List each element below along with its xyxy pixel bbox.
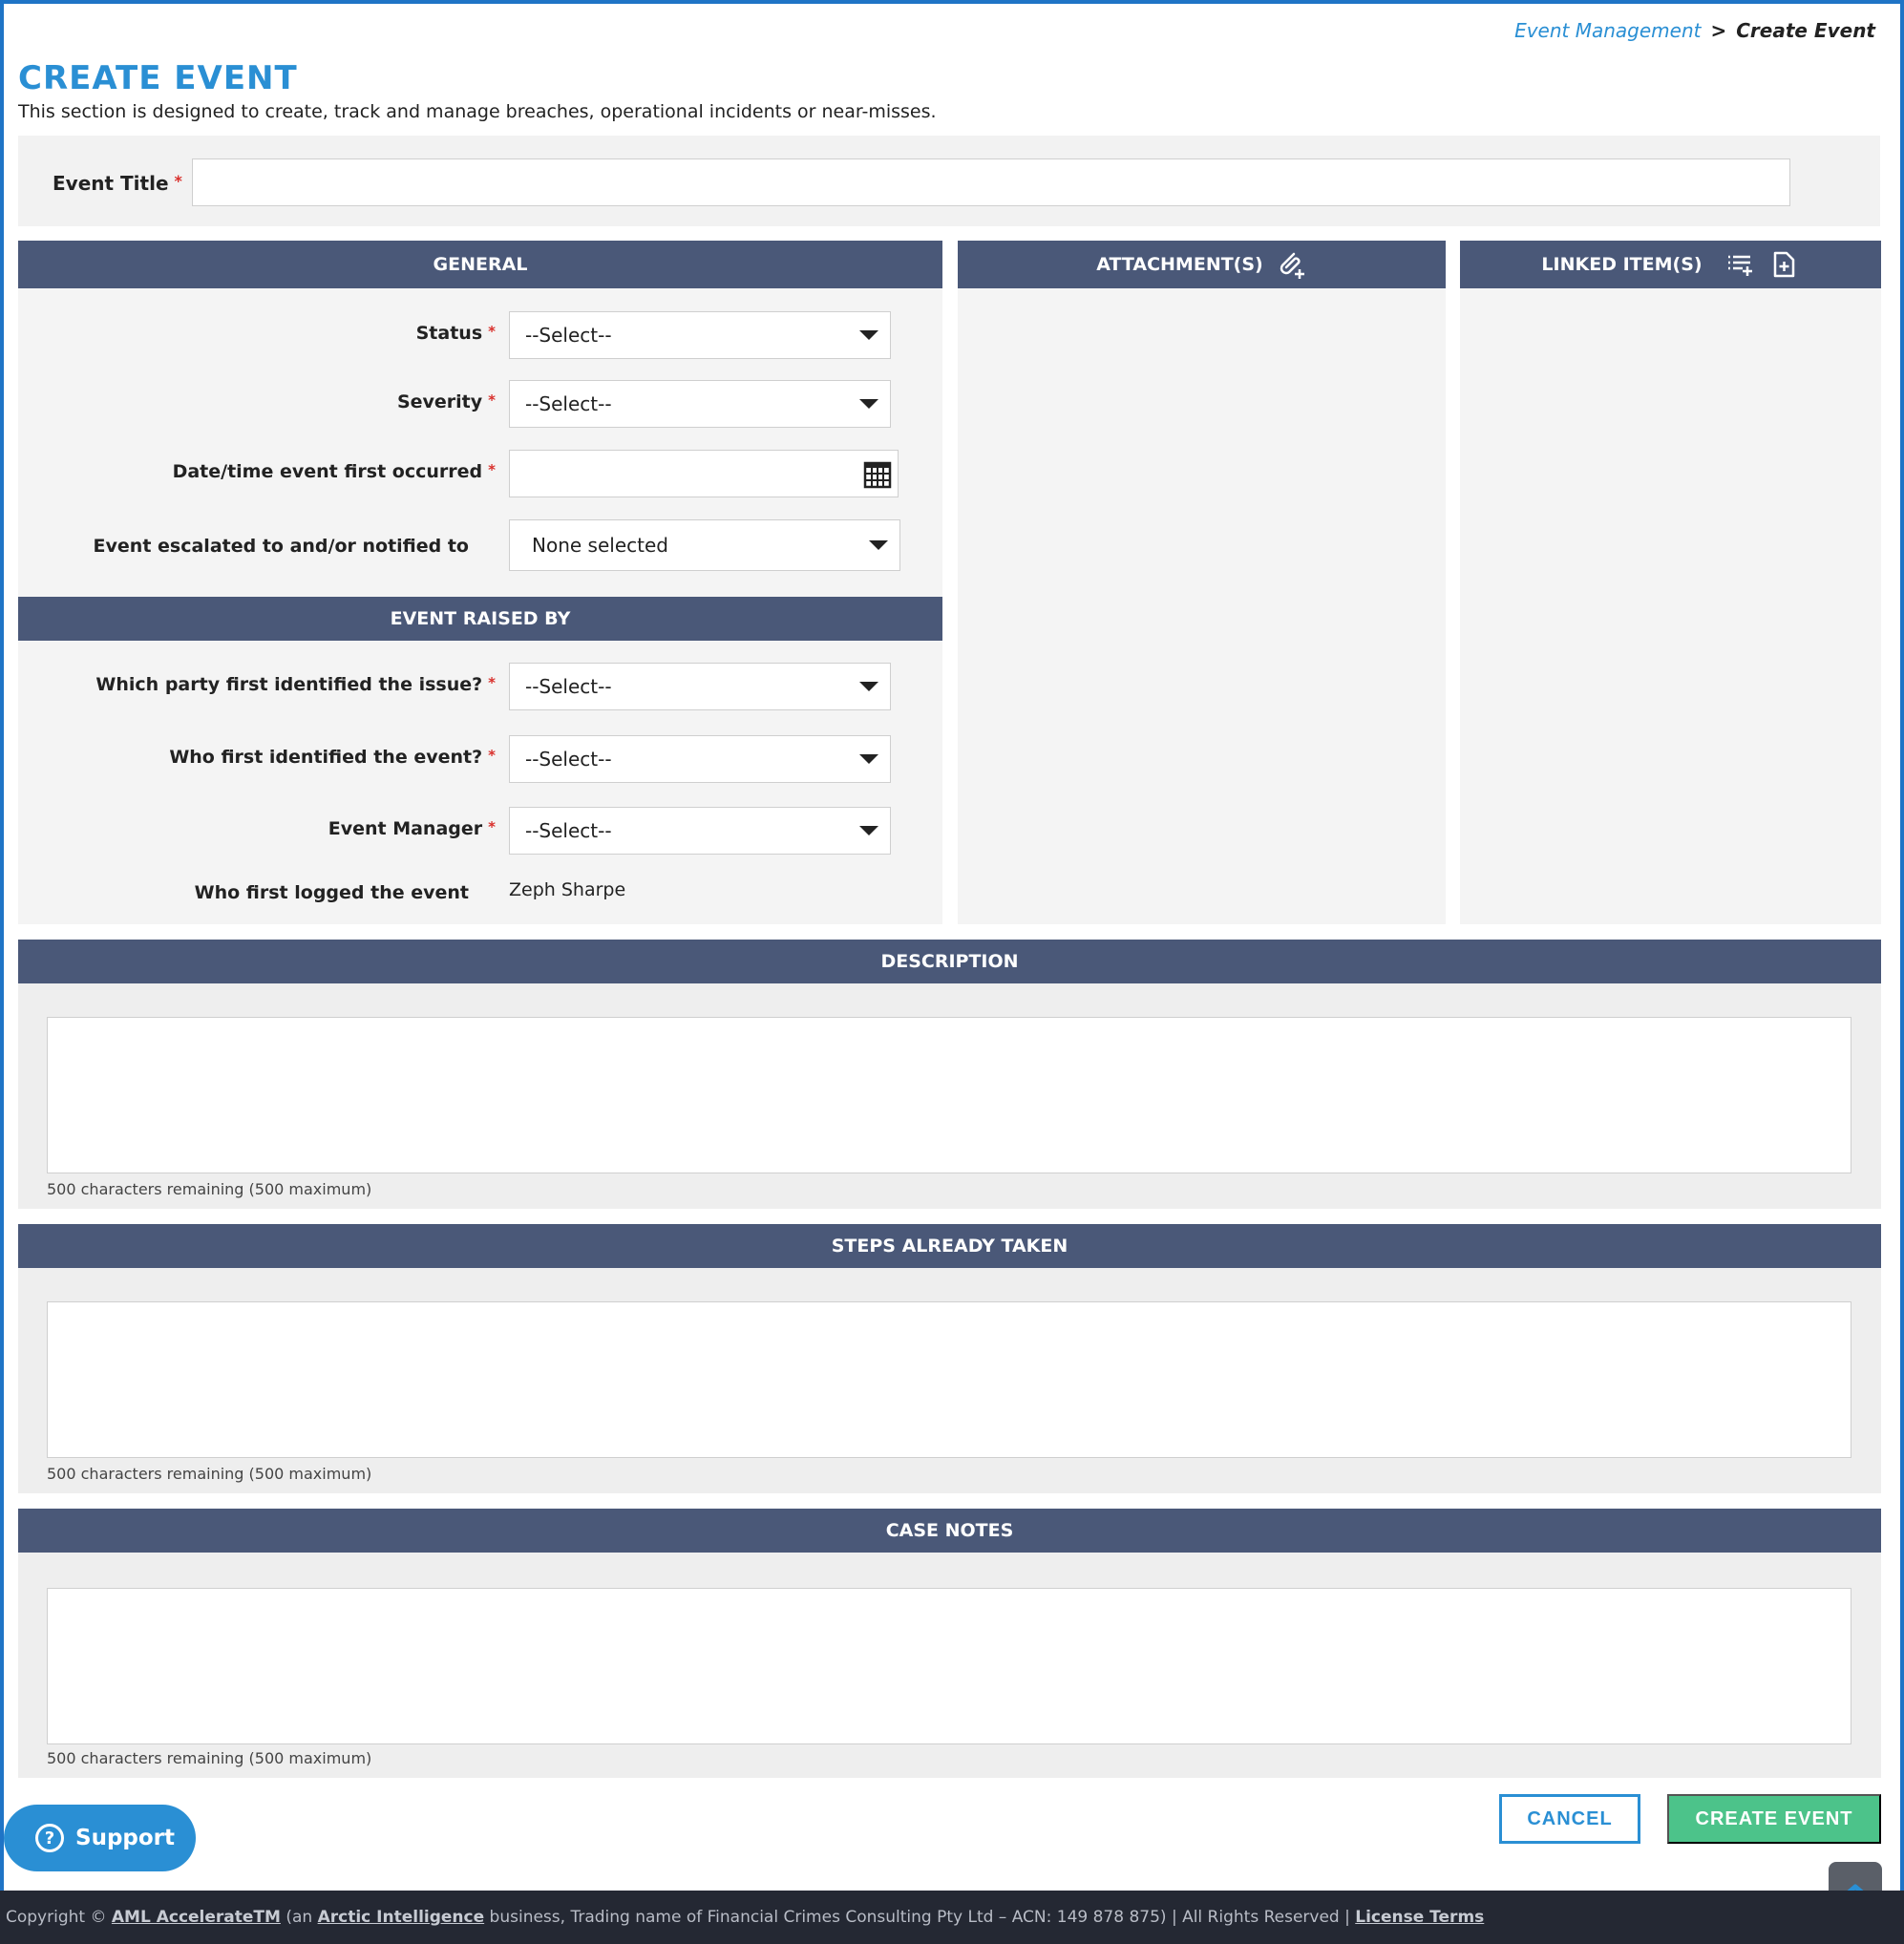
who-identified-select[interactable]: --Select-- [509,735,891,783]
event-title-input[interactable] [192,158,1790,206]
steps-taken-header: STEPS ALREADY TAKEN [18,1224,1881,1268]
party-label-text: Which party first identified the issue? [95,674,483,695]
event-title-row: Event Title * [18,136,1880,226]
page-title: CREATE EVENT [18,59,298,97]
steps-taken-textarea[interactable] [47,1301,1851,1458]
description-char-counter: 500 characters remaining (500 maximum) [47,1180,372,1198]
severity-label-text: Severity [396,391,483,412]
question-circle-icon: ? [35,1824,64,1852]
required-marker: * [488,747,496,764]
footer-product-link[interactable]: AML AccelerateTM [112,1908,281,1927]
status-value: --Select-- [525,324,612,347]
date-occurred-input[interactable] [509,450,899,497]
event-manager-select[interactable]: --Select-- [509,807,891,855]
severity-select[interactable]: --Select-- [509,380,891,428]
event-title-label-text: Event Title [53,172,169,195]
required-marker: * [488,323,496,340]
required-marker: * [488,818,496,835]
support-label: Support [75,1826,176,1850]
case-notes-section: CASE NOTES 500 characters remaining (500… [18,1509,1881,1778]
breadcrumb-separator: > [1710,19,1727,42]
event-title-label: Event Title * [53,172,182,195]
attachments-panel: ATTACHMENT(S) [958,241,1446,924]
create-event-button[interactable]: CREATE EVENT [1667,1794,1881,1844]
party-value: --Select-- [525,675,612,698]
general-heading: GENERAL [433,254,528,275]
date-occurred-label-text: Date/time event first occurred [172,461,483,482]
escalated-multiselect[interactable]: None selected [509,519,900,571]
breadcrumb: Event Management > Create Event [1514,19,1875,42]
case-notes-textarea[interactable] [47,1588,1851,1744]
general-header: GENERAL [18,241,942,288]
who-identified-label: Who first identified the event? * [18,747,496,768]
chevron-down-icon [859,330,878,340]
footer: Copyright © AML AccelerateTM (an Arctic … [0,1891,1904,1944]
case-notes-char-counter: 500 characters remaining (500 maximum) [47,1749,372,1767]
attachments-heading: ATTACHMENT(S) [1096,254,1263,275]
event-raised-by-heading: EVENT RAISED BY [390,608,571,629]
case-notes-heading: CASE NOTES [885,1520,1014,1541]
chevron-down-icon [859,682,878,691]
event-manager-label: Event Manager * [18,818,496,839]
support-button[interactable]: ? Support [4,1805,196,1871]
description-heading: DESCRIPTION [880,951,1019,972]
page-subtitle: This section is designed to create, trac… [18,101,937,122]
paperclip-add-icon[interactable] [1275,248,1307,281]
required-marker: * [174,172,182,190]
breadcrumb-current: Create Event [1736,19,1875,42]
status-label: Status * [18,323,496,344]
required-marker: * [488,461,496,478]
logged-by-label: Who first logged the event [18,882,469,903]
footer-company-link[interactable]: Arctic Intelligence [318,1908,485,1927]
steps-taken-heading: STEPS ALREADY TAKEN [831,1236,1068,1257]
who-identified-label-text: Who first identified the event? [169,747,483,768]
logged-by-label-text: Who first logged the event [194,882,469,903]
list-add-icon[interactable] [1724,248,1756,281]
footer-license-link[interactable]: License Terms [1355,1908,1484,1927]
general-panel: GENERAL Status * --Select-- Severity * --S… [18,241,942,924]
breadcrumb-link-event-management[interactable]: Event Management [1514,19,1701,42]
linked-items-heading: LINKED ITEM(S) [1541,254,1703,275]
severity-value: --Select-- [525,392,612,415]
severity-label: Severity * [18,391,496,412]
escalated-label-text: Event escalated to and/or notified to [93,536,469,557]
case-notes-header: CASE NOTES [18,1509,1881,1553]
logged-by-value: Zeph Sharpe [509,879,626,900]
description-textarea[interactable] [47,1017,1851,1173]
description-header: DESCRIPTION [18,940,1881,983]
chevron-down-icon [869,540,888,550]
event-manager-value: --Select-- [525,819,612,842]
linked-items-panel: LINKED ITEM(S) [1460,241,1881,924]
footer-text: (an [286,1908,313,1927]
date-occurred-label: Date/time event first occurred * [18,461,496,482]
event-raised-by-header: EVENT RAISED BY [18,597,942,641]
chevron-down-icon [859,399,878,409]
status-label-text: Status [415,323,483,344]
party-select[interactable]: --Select-- [509,663,891,710]
footer-copyright: Copyright © [6,1908,107,1927]
chevron-down-icon [859,754,878,764]
escalated-label: Event escalated to and/or notified to [18,536,469,557]
document-add-icon[interactable] [1767,248,1800,281]
who-identified-value: --Select-- [525,748,612,771]
status-select[interactable]: --Select-- [509,311,891,359]
required-marker: * [488,674,496,691]
escalated-value: None selected [532,534,668,557]
attachments-header: ATTACHMENT(S) [958,241,1446,288]
description-section: DESCRIPTION 500 characters remaining (50… [18,940,1881,1209]
cancel-button[interactable]: CANCEL [1499,1794,1640,1844]
footer-text: business, Trading name of Financial Crim… [489,1908,1350,1927]
required-marker: * [488,391,496,409]
calendar-icon[interactable] [863,460,892,489]
event-manager-label-text: Event Manager [328,818,483,839]
linked-items-header: LINKED ITEM(S) [1460,241,1881,288]
steps-taken-char-counter: 500 characters remaining (500 maximum) [47,1465,372,1483]
party-label: Which party first identified the issue? * [18,674,496,695]
chevron-down-icon [859,826,878,835]
steps-taken-section: STEPS ALREADY TAKEN 500 characters remai… [18,1224,1881,1493]
